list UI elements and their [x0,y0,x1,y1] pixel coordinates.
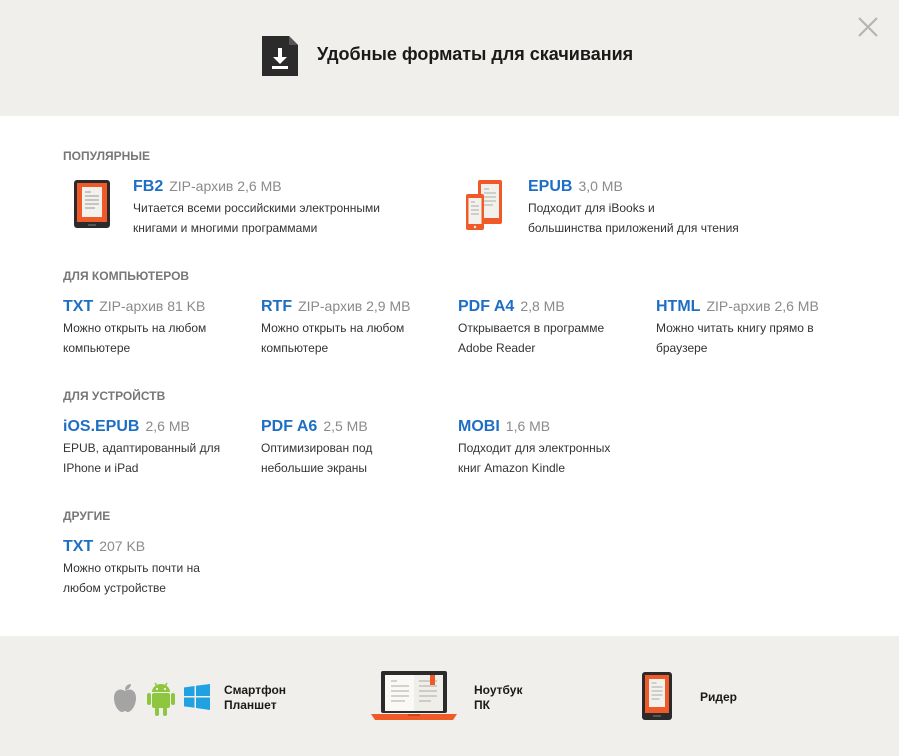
footer-label-laptop: Ноутбук ПК [474,683,523,712]
format-description: Открывается в программе Adobe Reader [458,321,605,355]
format-size: 2,6 MB [145,418,190,434]
format-link-ios-epub[interactable]: iOS.EPUB [63,418,139,435]
laptop-icon [371,671,457,720]
format-size: 2,8 MB [520,298,565,314]
format-ios-epub: iOS.EPUB 2,6 MB EPUB, адаптированный для I… [63,417,253,478]
format-link-fb2[interactable]: FB2 [133,178,163,195]
section-title-popular: Популярные [63,149,151,163]
section-title-other: Другие [63,509,111,523]
format-html: HTML ZIP-архив 2,6 MB Можно читать книгу … [656,297,846,358]
format-link-html[interactable]: HTML [656,298,700,315]
format-description: Оптимизирован под небольшие экраны [261,441,373,475]
ereader-icon [74,180,110,228]
format-description: Можно открыть на любом компьютере [261,321,405,355]
format-size: 2,5 MB [323,418,368,434]
format-link-pdf-a4[interactable]: PDF A4 [458,298,514,315]
format-size: ZIP-архив 81 KB [99,298,206,314]
format-size: 1,6 MB [505,418,551,434]
format-size: ZIP-архив 2,9 MB [298,298,411,314]
download-file-icon [262,36,298,76]
format-description: Подходит для электронных книг Amazon Kind… [458,441,611,475]
devices-epub-icon [466,180,502,230]
page-title: Удобные форматы для скачивания [317,44,634,64]
format-link-pdf-a6[interactable]: PDF A6 [261,418,317,435]
format-link-txt[interactable]: TXT [63,538,93,555]
format-epub: EPUB 3,0 MB Подходит для iBooks и большинс… [528,177,828,238]
windows-icon [184,684,210,710]
section-title-devices: Для устройств [63,389,166,403]
format-txt: TXT 207 KB Можно открыть почти на любом ус… [63,537,253,598]
format-link-rtf[interactable]: RTF [261,298,292,315]
ereader-icon [642,672,672,720]
format-description: Можно открыть почти на любом устройстве [63,561,200,595]
format-description: Подходит для iBooks и большинства приложе… [528,201,739,235]
format-mobi: MOBI 1,6 MB Подходит для электронных книг … [458,417,648,478]
format-description: Читается всеми российскими электронными к… [133,201,380,235]
footer-label-reader: Ридер [700,690,738,704]
header: Удобные форматы для скачивания [0,0,899,116]
format-rtf: RTF ZIP-архив 2,9 MB Можно открыть на люб… [261,297,451,358]
format-link-mobi[interactable]: MOBI [458,418,500,435]
format-size: ZIP-архив 2,6 MB [169,178,282,194]
android-icon [147,682,175,716]
format-description: EPUB, адаптированный для IPhone и iPad [63,441,221,475]
format-description: Можно читать книгу прямо в браузере [656,321,814,355]
format-size: 207 KB [99,538,146,554]
format-pdf-a6: PDF A6 2,5 MB Оптимизирован под небольшие … [261,417,451,478]
format-link-epub[interactable]: EPUB [528,178,572,195]
apple-icon [114,684,136,712]
format-link-txt-zip[interactable]: TXT [63,298,93,315]
close-icon[interactable] [856,15,880,39]
format-size: ZIP-архив 2,6 MB [706,298,819,314]
format-txt-zip: TXT ZIP-архив 81 KB Можно открыть на любо… [63,297,253,358]
format-size: 3,0 MB [578,178,623,194]
footer: Смартфон Планшет Ноутбук ПК Ридер [0,636,899,756]
format-pdf-a4: PDF A4 2,8 MB Открывается в программе Adob… [458,297,648,358]
footer-label-phone: Смартфон Планшет [224,683,287,712]
format-fb2: FB2 ZIP-архив 2,6 MB Читается всеми росси… [133,177,433,238]
section-title-computers: Для компьютеров [63,269,190,283]
format-description: Можно открыть на любом компьютере [63,321,207,355]
